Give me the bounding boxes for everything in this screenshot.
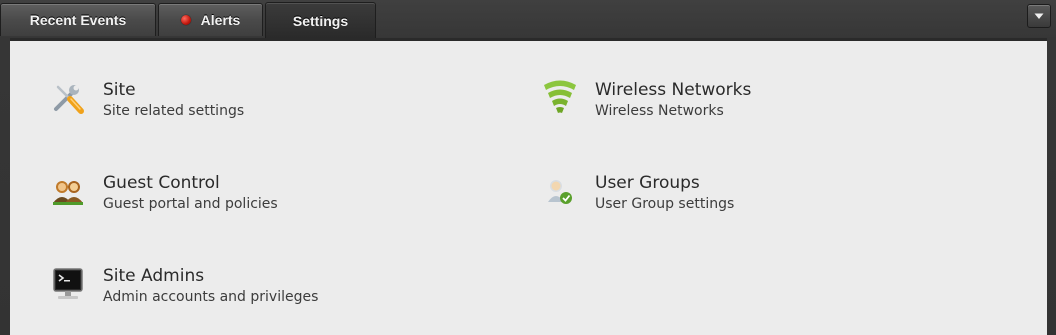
tab-recent-events[interactable]: Recent Events — [0, 3, 156, 36]
user-groups-description: User Group settings — [595, 196, 735, 212]
tab-bar: Recent Events Alerts Settings — [0, 0, 1056, 38]
site-title: Site — [103, 80, 136, 100]
settings-item-user-groups[interactable]: User Groups User Group settings — [540, 172, 734, 214]
tab-alerts-label: Alerts — [200, 12, 241, 28]
site-description: Site related settings — [103, 103, 245, 119]
wireless-networks-description: Wireless Networks — [595, 103, 724, 119]
wireless-networks-title: Wireless Networks — [595, 80, 752, 100]
settings-panel: Site Site related settings Guest Control — [10, 38, 1047, 335]
chevron-down-icon — [1034, 13, 1044, 19]
guest-control-description: Guest portal and policies — [103, 196, 278, 212]
menu-dropdown-button[interactable] — [1027, 4, 1051, 28]
monitor-icon — [48, 265, 88, 305]
settings-item-site[interactable]: Site Site related settings — [48, 79, 244, 121]
user-groups-title: User Groups — [595, 173, 700, 193]
alert-indicator-icon — [180, 15, 191, 25]
user-group-icon — [540, 172, 580, 212]
settings-item-wireless-networks[interactable]: Wireless Networks Wireless Networks — [540, 79, 751, 121]
guests-icon — [48, 172, 88, 212]
wifi-icon — [540, 79, 580, 119]
tools-icon — [48, 79, 88, 119]
tab-settings[interactable]: Settings — [265, 2, 376, 38]
site-admins-title: Site Admins — [103, 266, 205, 286]
tab-settings-label: Settings — [292, 12, 349, 29]
settings-item-guest-control[interactable]: Guest Control Guest portal and policies — [48, 172, 278, 214]
tab-alerts[interactable]: Alerts — [158, 3, 263, 36]
guest-control-title: Guest Control — [103, 173, 220, 193]
site-admins-description: Admin accounts and privileges — [103, 289, 319, 305]
settings-item-site-admins[interactable]: Site Admins Admin accounts and privilege… — [48, 265, 318, 307]
tab-recent-events-label: Recent Events — [29, 12, 127, 28]
app-window: Recent Events Alerts Settings Site Site … — [0, 0, 1056, 335]
